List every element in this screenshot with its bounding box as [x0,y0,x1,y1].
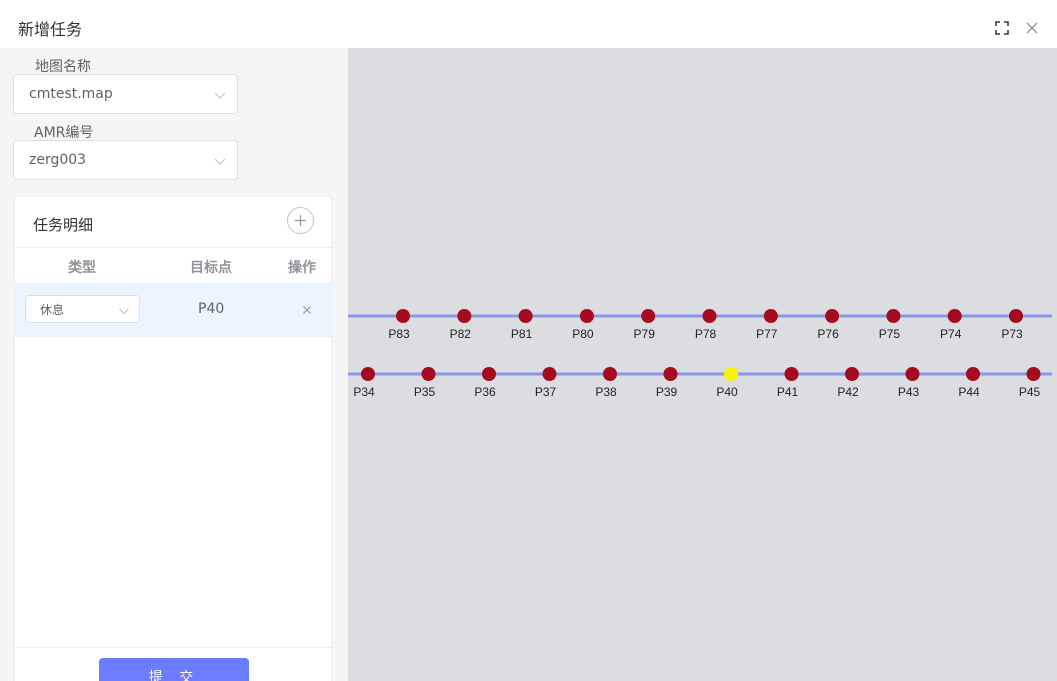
map-point-p42[interactable] [845,367,859,381]
close-icon[interactable] [1025,20,1041,36]
map-name-select[interactable]: cmtest.map [13,74,238,114]
plus-icon [295,215,306,226]
map-point-p38[interactable] [603,367,617,381]
table-row: 休息 P40 [15,284,333,336]
new-task-dialog: 新增任务 地图名称 cmtest.map AMR编号 zerg003 任务明细 … [0,0,1057,681]
map-point-label: P78 [695,327,717,341]
delete-row-button[interactable] [300,302,314,316]
target-point-cell: P40 [198,301,225,317]
chevron-down-icon [213,87,227,101]
dialog-title: 新增任务 [18,20,83,39]
amr-number-label: AMR编号 [34,125,94,141]
map-canvas[interactable]: P83 P82 P81 P80 P79 P78 P77 P76 P75 P74 P73 P34 P35 P… [348,48,1057,681]
map-point-p75[interactable] [886,309,901,323]
map-name-label: 地图名称 [35,59,91,75]
column-header-target: 目标点 [190,260,232,276]
map-point-label: P75 [879,327,901,341]
map-point-p44[interactable] [966,367,980,381]
map-point-p37[interactable] [542,367,557,381]
map-point-p81[interactable] [518,309,533,323]
map-point-p77[interactable] [763,309,778,323]
map-name-value: cmtest.map [29,86,113,102]
map-point-label: P34 [353,385,375,399]
map-point-label: P45 [1019,385,1041,399]
column-header-type: 类型 [68,260,96,276]
task-type-select[interactable]: 休息 [25,295,140,323]
amr-number-value: zerg003 [29,152,87,168]
divider [15,647,333,648]
map-svg: P83 P82 P81 P80 P79 P78 P77 P76 P75 P74 P73 P34 P35 P… [348,309,1052,399]
map-point-p36[interactable] [482,367,496,381]
map-point-label: P42 [837,385,859,399]
task-detail-title: 任务明细 [33,216,94,234]
map-point-p40[interactable] [724,367,738,381]
map-point-p34[interactable] [361,367,375,381]
map-point-label: P74 [940,327,962,341]
column-header-action: 操作 [288,260,316,276]
task-type-value: 休息 [40,303,65,317]
task-form-panel: 地图名称 cmtest.map AMR编号 zerg003 任务明细 类型 目标… [0,48,348,681]
map-point-label: P83 [388,327,410,341]
map-point-label: P38 [595,385,617,399]
map-point-label: P37 [535,385,557,399]
submit-button[interactable]: 提 交 [99,658,249,681]
map-point-label: P77 [756,327,778,341]
map-point-p35[interactable] [421,367,436,381]
map-point-p76[interactable] [825,309,840,323]
map-point-p79[interactable] [641,309,656,323]
chevron-down-icon [213,153,227,167]
divider [15,247,333,248]
map-point-label: P73 [1001,327,1023,341]
close-icon [303,306,311,314]
map-point-p78[interactable] [702,309,717,323]
map-point-label: P80 [572,327,594,341]
map-point-p43[interactable] [905,367,920,381]
divider [15,336,333,337]
map-point-label: P81 [511,327,533,341]
map-point-p45[interactable] [1026,367,1041,381]
map-point-p74[interactable] [947,309,962,323]
map-point-p41[interactable] [784,367,799,381]
map-point-p83[interactable] [396,309,410,323]
map-point-label: P43 [898,385,920,399]
task-detail-card: 任务明细 类型 目标点 操作 休息 P40 提 交 [14,196,333,681]
map-point-label: P76 [817,327,839,341]
add-task-button[interactable] [287,207,314,234]
fullscreen-icon[interactable] [994,20,1010,36]
map-point-label: P40 [716,385,738,399]
map-point-label: P79 [634,327,656,341]
map-point-label: P82 [450,327,472,341]
map-point-label: P41 [777,385,799,399]
map-point-label: P44 [958,385,980,399]
map-point-p82[interactable] [457,309,472,323]
map-point-label: P39 [656,385,678,399]
map-point-p39[interactable] [663,367,678,381]
chevron-down-icon [118,302,130,315]
map-point-p80[interactable] [579,309,594,323]
map-point-label: P36 [474,385,496,399]
map-point-p73[interactable] [1009,309,1023,323]
dialog-header: 新增任务 [0,0,1057,48]
map-point-label: P35 [414,385,436,399]
amr-number-select[interactable]: zerg003 [13,140,238,180]
